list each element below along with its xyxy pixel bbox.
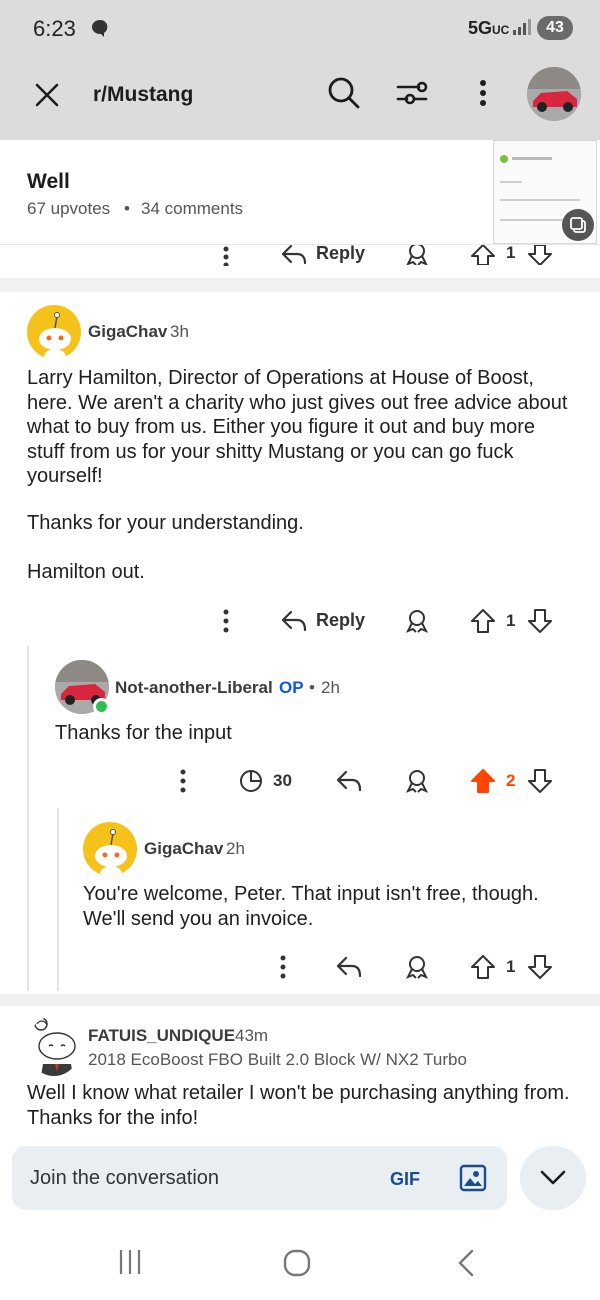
reply-icon[interactable]	[280, 608, 308, 634]
thumb-line	[512, 157, 552, 160]
comment-body-line2: Thanks for your understanding.	[27, 512, 304, 534]
more-vertical-icon[interactable]	[219, 608, 233, 634]
thumb-line	[500, 181, 522, 183]
search-icon[interactable]	[325, 74, 363, 112]
upvote-icon[interactable]	[470, 608, 496, 634]
online-status-dot	[93, 698, 110, 715]
previous-comment-actions: Reply 1	[0, 243, 600, 275]
thread-line	[57, 808, 59, 991]
comment-age: 3h	[170, 322, 189, 341]
vote-count: 1	[506, 243, 516, 262]
home-icon[interactable]	[282, 1248, 312, 1278]
comment-count: 34 comments	[141, 199, 244, 218]
downvote-icon[interactable]	[527, 608, 553, 634]
copy-icon[interactable]	[562, 209, 594, 241]
comment-author[interactable]: FATUIS_UNDIQUE	[88, 1026, 235, 1046]
snoo-avatar[interactable]	[83, 822, 137, 876]
post-header[interactable]: Well 67 upvotes • 34 comments	[0, 140, 600, 244]
comment-fatuis: FATUIS_UNDIQUE 43m 2018 EcoBoost FBO Bui…	[0, 1006, 600, 1140]
post-title: Well	[27, 170, 70, 193]
downvote-icon[interactable]	[527, 954, 553, 980]
award-icon[interactable]	[404, 768, 430, 794]
status-bar: 6:23 5GUC 43	[0, 0, 600, 56]
more-vertical-icon[interactable]	[219, 245, 233, 267]
battery-indicator: 43	[537, 16, 573, 40]
award-icon[interactable]	[404, 954, 430, 980]
gif-button[interactable]: GIF	[390, 1169, 420, 1190]
comment-age: 43m	[235, 1026, 269, 1045]
thread-line	[27, 646, 29, 991]
more-vertical-icon[interactable]	[176, 768, 190, 794]
age-separator: •	[309, 678, 315, 697]
composer-placeholder[interactable]: Join the conversation	[30, 1167, 219, 1190]
subreddit-name[interactable]: r/Mustang	[93, 83, 193, 107]
clock: 6:23	[33, 16, 76, 41]
thumb-line	[500, 199, 580, 201]
thumb-avatar	[500, 155, 508, 163]
comment-body: You're welcome, Peter. That input isn't …	[83, 883, 539, 930]
comment-gigachav-2: GigaChav 2h You're welcome, Peter. That …	[60, 812, 600, 992]
more-vertical-icon[interactable]	[276, 954, 290, 980]
reply-label[interactable]: Reply	[316, 610, 365, 631]
meta-separator: •	[124, 199, 130, 218]
more-vertical-icon[interactable]	[470, 74, 496, 112]
reply-icon[interactable]	[281, 245, 307, 265]
upvote-icon[interactable]	[470, 245, 496, 265]
comment-body: Thanks for the input	[55, 722, 232, 744]
comment-divider	[0, 278, 600, 292]
comment-divider	[0, 994, 600, 1006]
comment-body: Well I know what retailer I won't be pur…	[27, 1082, 570, 1129]
vote-count: 2	[506, 771, 516, 790]
signal-icon	[512, 18, 532, 36]
collapse-button[interactable]	[520, 1146, 586, 1210]
back-icon[interactable]	[454, 1248, 478, 1278]
user-avatar[interactable]	[527, 67, 581, 121]
comment-age: 2h	[226, 839, 245, 858]
network-indicator: 5GUC	[468, 18, 510, 38]
comment-author[interactable]: GigaChav	[88, 322, 167, 342]
filter-icon[interactable]	[393, 74, 431, 112]
views-icon[interactable]	[238, 768, 264, 794]
comment-body: Larry Hamilton, Director of Operations a…	[27, 367, 568, 487]
downvote-icon[interactable]	[527, 768, 553, 794]
downvote-icon[interactable]	[527, 245, 553, 265]
comment-op-reply: Not-another-Liberal OP • 2h Thanks for t…	[30, 650, 600, 800]
user-flair: 2018 EcoBoost FBO Built 2.0 Block W/ NX2…	[88, 1050, 467, 1069]
award-icon[interactable]	[404, 245, 430, 265]
chevron-down-icon[interactable]	[539, 1166, 567, 1190]
chat-bubble-icon	[90, 18, 110, 38]
app-bar: r/Mustang	[0, 56, 600, 140]
upvote-icon-active[interactable]	[470, 768, 496, 794]
system-nav-bar	[0, 1222, 600, 1300]
award-icon[interactable]	[404, 608, 430, 634]
comment-body-line3: Hamilton out.	[27, 561, 145, 583]
comment-author[interactable]: GigaChav	[144, 839, 223, 859]
view-count: 30	[273, 771, 292, 790]
comment-age: 2h	[321, 678, 340, 697]
reply-icon[interactable]	[336, 954, 362, 980]
screenshot-thumbnail[interactable]	[493, 140, 597, 244]
recents-icon[interactable]	[116, 1248, 144, 1276]
image-icon[interactable]	[458, 1163, 488, 1193]
vote-count: 1	[506, 957, 516, 976]
comment-gigachav-1: GigaChav 3h Larry Hamilton, Director of …	[0, 292, 600, 642]
comment-author[interactable]: Not-another-Liberal	[115, 678, 273, 698]
vote-count: 1	[506, 611, 516, 630]
reply-icon[interactable]	[336, 768, 362, 794]
upvote-count: 67 upvotes	[27, 199, 111, 218]
close-icon[interactable]	[30, 78, 64, 112]
snoo-avatar[interactable]	[27, 1016, 81, 1076]
reply-composer[interactable]: Join the conversation GIF	[12, 1146, 507, 1210]
snoo-avatar[interactable]	[27, 305, 81, 359]
op-badge: OP	[279, 678, 304, 697]
upvote-icon[interactable]	[470, 954, 496, 980]
reply-label[interactable]: Reply	[316, 243, 365, 264]
